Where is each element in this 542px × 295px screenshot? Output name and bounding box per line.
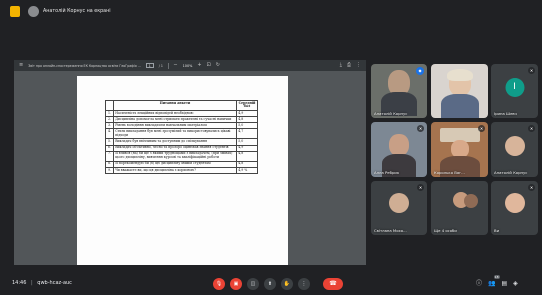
rotate-icon[interactable]: ↻ xyxy=(216,63,220,68)
table-cell-num: 4. xyxy=(105,128,114,140)
presenter-avatar xyxy=(28,5,39,17)
separator: | xyxy=(31,280,33,286)
present-icon[interactable]: ⬆ xyxy=(264,278,276,290)
pin-icon[interactable]: ◆ xyxy=(416,67,424,75)
document-page: Питання анкети Середній бал 1. Насиченіст… xyxy=(77,76,288,265)
hangup-button[interactable]: ☎ xyxy=(323,278,343,290)
participant-name: Ви xyxy=(494,228,500,233)
participant-tile[interactable]: ✕ Алла Ребрик xyxy=(371,122,427,177)
table-cell-value: 4,7 xyxy=(236,128,258,140)
print-icon[interactable]: ⎙ xyxy=(347,63,351,68)
participant-name: Королько Ваг... xyxy=(434,170,465,175)
participant-tile[interactable]: I ✕ Ірина Шевч xyxy=(491,64,538,118)
participant-tile[interactable] xyxy=(431,64,488,118)
bottom-bar: 14:46 | qwb-hcaz-auc 🎙 ▣ ◫ ⬆ ✋ ⋮ ☎ ⓘ 👥 18… xyxy=(0,274,542,295)
participant-tile[interactable]: Ще 4 особи xyxy=(431,181,488,235)
people-icon[interactable]: 👥 18 xyxy=(488,275,500,289)
menu-icon[interactable]: ≡ xyxy=(19,63,23,68)
pdf-toolbar: ≡ Звіт про онлайн-спостереження ЕК Корна… xyxy=(14,60,366,71)
camera-off-icon[interactable]: ▣ xyxy=(230,278,242,290)
mic-off-icon: ✕ xyxy=(528,67,535,74)
participant-avatar xyxy=(464,194,478,208)
table-row: 4. Стиль викладання був мені зрозумілий т… xyxy=(105,128,258,140)
participant-tile[interactable]: ✕ Королько Ваг... xyxy=(431,122,488,177)
people-count-badge: 18 xyxy=(493,275,500,279)
side-panel-controls: ⓘ 👥 18 ▤ ◈ xyxy=(476,275,518,289)
more-icon[interactable]: ⋮ xyxy=(298,278,310,290)
zoom-out-icon[interactable]: − xyxy=(173,63,177,68)
table-cell-text: Стиль викладання був мені зрозумілий та … xyxy=(113,128,237,140)
participant-name: Ще 4 особи xyxy=(434,228,457,233)
table-row: 7. Я вчився (на) би ще з якими труднощами… xyxy=(105,150,258,162)
participant-tile[interactable]: ✕ Світлана Мохо... xyxy=(371,181,427,235)
table-cell-value: 4,8 xyxy=(236,150,258,162)
clock: 14:46 xyxy=(12,280,27,286)
table-header-row: Питання анкети Середній бал xyxy=(105,100,258,111)
mic-off-icon: ✕ xyxy=(417,125,424,132)
toolbar-divider xyxy=(167,62,169,69)
table-cell-text: Я вчився (на) би ще з якими труднощами з… xyxy=(113,150,237,162)
mic-off-icon: ✕ xyxy=(528,125,535,132)
participant-tile[interactable]: ✕ Анатолій Корнус xyxy=(491,122,538,177)
meeting-code: qwb-hcaz-auc xyxy=(37,280,72,286)
mic-off-icon: ✕ xyxy=(478,125,485,132)
zoom-in-icon[interactable]: + xyxy=(197,63,201,68)
shared-screen[interactable]: ≡ Звіт про онлайн-спостереження ЕК Корна… xyxy=(14,60,366,265)
table-cell-value: 4,9 % xyxy=(236,166,258,175)
page-total: / 1 xyxy=(158,63,163,68)
activities-icon[interactable]: ◈ xyxy=(513,279,518,289)
participant-video xyxy=(389,134,409,156)
document-title: Звіт про онлайн-спостереження ЕК Корнацт… xyxy=(28,63,141,68)
pdf-viewport[interactable]: Питання анкети Середній бал 1. Насиченіст… xyxy=(14,71,366,265)
meeting-info: 14:46 | qwb-hcaz-auc xyxy=(12,280,72,286)
mic-off-icon: ✕ xyxy=(528,184,535,191)
table-row: 9. Чи вважаєте ви, що ця дисципліна є кор… xyxy=(105,166,258,175)
participant-tile[interactable]: ◆ Анатолій Корнус xyxy=(371,64,427,118)
zoom-level[interactable]: 100% xyxy=(183,64,193,68)
table-cell-num: 7. xyxy=(105,150,114,162)
mic-off-icon[interactable]: 🎙 xyxy=(213,278,225,290)
participant-hair xyxy=(446,69,473,81)
participant-name: Анатолій Корнус xyxy=(494,170,528,175)
participant-initial: I xyxy=(505,78,524,97)
meet-screen: Анатолій Корнус на екрані ≡ Звіт про онл… xyxy=(0,0,542,295)
table-body: 1. Насиченість лекційних відповідей необх… xyxy=(105,109,258,175)
top-bar: Анатолій Корнус на екрані xyxy=(0,0,542,22)
fit-page-icon[interactable]: ⊡ xyxy=(207,63,211,68)
mic-off-icon: ✕ xyxy=(417,184,424,191)
participant-avatar xyxy=(504,136,525,156)
captions-icon[interactable]: ◫ xyxy=(247,278,259,290)
survey-table: Питання анкети Середній бал 1. Насиченіст… xyxy=(105,100,258,175)
call-controls: 🎙 ▣ ◫ ⬆ ✋ ⋮ ☎ xyxy=(213,278,343,290)
header-question: Питання анкети xyxy=(113,100,237,111)
page-input[interactable]: 1 xyxy=(145,63,154,68)
download-icon[interactable]: ⤓ xyxy=(340,63,342,68)
participant-body xyxy=(440,94,479,118)
participant-tile[interactable]: ✕ Ви xyxy=(491,181,538,235)
participant-name: Світлана Мохо... xyxy=(374,228,407,233)
participant-name: Алла Ребрик xyxy=(374,170,400,175)
info-icon[interactable]: ⓘ xyxy=(476,279,482,289)
participant-name: Анатолій Корнус xyxy=(374,111,408,116)
participant-avatar xyxy=(389,193,409,213)
table-cell-num: 9. xyxy=(105,166,114,175)
participant-avatar xyxy=(504,193,525,213)
meet-logo xyxy=(10,5,20,17)
header-score: Середній бал xyxy=(236,100,258,111)
presenter-label: Анатолій Корнус на екрані xyxy=(43,8,111,14)
header-num xyxy=(105,100,114,111)
raise-hand-icon[interactable]: ✋ xyxy=(281,278,293,290)
chat-icon[interactable]: ▤ xyxy=(502,279,508,289)
participant-name: Ірина Шевч xyxy=(494,111,517,116)
more-vert-icon[interactable]: ⋮ xyxy=(356,63,361,68)
table-cell-text: Чи вважаєте ви, що ця дисципліна є корис… xyxy=(113,166,237,175)
